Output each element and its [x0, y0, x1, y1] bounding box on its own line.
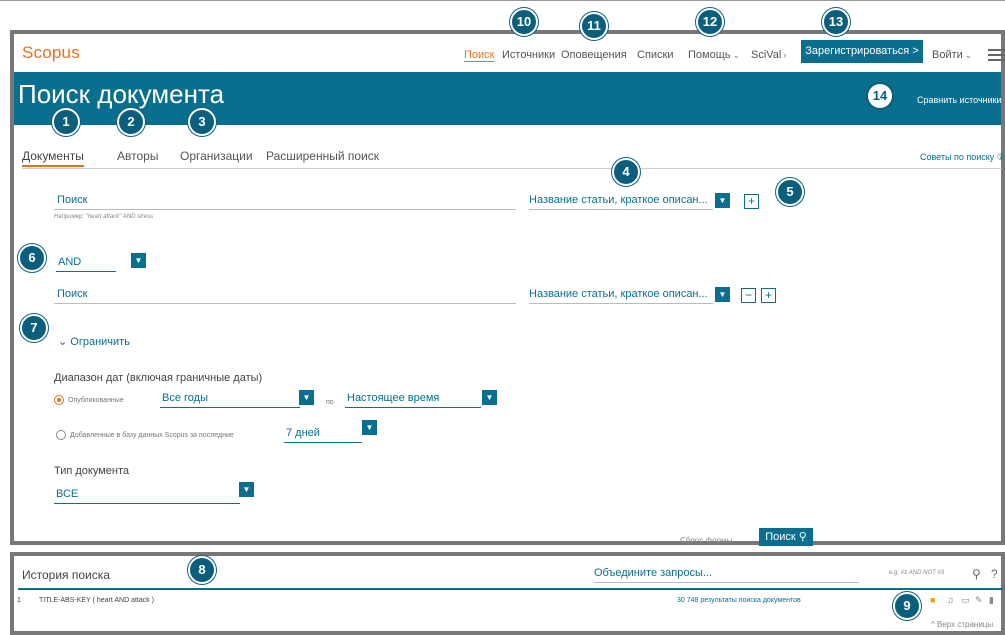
back-to-top-link[interactable]: ^ Верх страницы: [931, 620, 993, 629]
callout-marker: 9: [893, 592, 921, 620]
edit-icon[interactable]: ✎: [975, 595, 983, 606]
chevron-down-icon[interactable]: ▼: [239, 482, 254, 497]
callout-marker: 11: [580, 12, 608, 40]
tab-authors[interactable]: Авторы: [117, 149, 158, 163]
callout-marker: 10: [510, 8, 538, 36]
save-icon[interactable]: ▭: [961, 595, 970, 606]
callout-marker: 4: [612, 158, 640, 186]
added-radio[interactable]: [56, 430, 66, 440]
chevron-down-icon[interactable]: ▼: [362, 420, 377, 435]
search-tabs: Документы Авторы Организации Расширенный…: [22, 147, 1005, 169]
chevron-down-icon: ⌄: [732, 50, 741, 60]
help-icon[interactable]: ?: [991, 567, 998, 581]
callout-marker: 14: [866, 82, 894, 110]
added-days-select[interactable]: 7 дней: [284, 426, 362, 443]
callout-marker: 12: [696, 8, 724, 36]
callout-marker: 7: [20, 314, 48, 342]
search-button[interactable]: Поиск ⚲: [759, 528, 813, 546]
scopus-logo[interactable]: Scopus: [22, 43, 80, 63]
search-history-panel: История поиска Объедините запросы... e.g…: [10, 552, 1005, 635]
chevron-down-icon[interactable]: ▼: [715, 193, 730, 208]
published-radio[interactable]: [54, 395, 64, 405]
callout-marker: 8: [188, 556, 216, 584]
limit-toggle[interactable]: ⌄ Ограничить: [58, 335, 130, 348]
callout-marker: 5: [776, 178, 804, 206]
nav-alerts[interactable]: Оповещения: [561, 49, 627, 61]
search-tips-link[interactable]: Советы по поиску ⑦: [920, 152, 1005, 163]
added-label: Добавленные в базу данных Scopus за посл…: [70, 432, 234, 439]
nav-lists[interactable]: Списки: [637, 49, 674, 61]
callout-marker: 6: [18, 244, 46, 272]
callout-marker: 3: [188, 108, 216, 136]
history-results-link[interactable]: 30 748 результаты поиска документов: [677, 597, 801, 604]
add-field-button[interactable]: +: [761, 288, 776, 303]
history-divider: [18, 588, 1003, 590]
year-from-select[interactable]: Все годы: [160, 391, 300, 408]
field-select-2[interactable]: Название статьи, краткое описан...: [529, 286, 713, 304]
nav-scival[interactable]: SciVal ›: [751, 49, 786, 61]
bell-icon[interactable]: ♫: [947, 595, 954, 605]
register-button[interactable]: Зарегистрироваться >: [801, 40, 923, 63]
field-select-1[interactable]: Название статьи, краткое описан...: [529, 192, 713, 210]
menu-icon[interactable]: [988, 49, 1005, 61]
date-range-label: Диапазон дат (включая граничные даты): [54, 372, 263, 384]
remove-field-button[interactable]: −: [741, 288, 756, 303]
tab-advanced[interactable]: Расширенный поиск: [266, 149, 379, 163]
tab-documents[interactable]: Документы: [22, 149, 84, 167]
nav-sources[interactable]: Источники: [502, 49, 555, 61]
doctype-select[interactable]: ВСЕ: [54, 487, 240, 504]
callout-marker: 1: [52, 108, 80, 136]
login-menu[interactable]: Войти ⌄: [932, 49, 972, 61]
nav-search[interactable]: Поиск: [464, 49, 495, 62]
published-label: Опубликованные: [68, 397, 124, 404]
limit-label: Ограничить: [70, 336, 130, 348]
nav-help-label: Помощь: [688, 49, 731, 61]
login-label: Войти: [932, 49, 963, 61]
year-to-select[interactable]: Настоящее время: [345, 391, 481, 408]
search-example-hint: Например: "heart attack" AND stress: [54, 214, 154, 220]
external-arrow-icon: ›: [783, 50, 787, 60]
chevron-down-icon[interactable]: ▼: [482, 390, 497, 405]
page-title: Поиск документа: [18, 79, 225, 109]
window-edge: [0, 0, 1005, 6]
search-button-label: Поиск: [765, 531, 796, 543]
alert-icon[interactable]: ■: [930, 595, 935, 605]
search-icon: ⚲: [798, 531, 807, 543]
history-title: История поиска: [22, 568, 110, 582]
callout-marker: 2: [117, 108, 145, 136]
table-row[interactable]: 1 TITLE-ABS-KEY ( heart AND attack ) 30 …: [14, 592, 1004, 610]
callout-marker: 13: [822, 8, 850, 36]
chevron-down-icon[interactable]: ▼: [131, 253, 146, 268]
add-field-button[interactable]: +: [744, 194, 759, 209]
tab-affiliations[interactable]: Организации: [180, 149, 253, 163]
chevron-down-icon[interactable]: ▼: [715, 287, 730, 302]
search-icon[interactable]: ⚲: [972, 567, 981, 581]
top-navigation: Scopus Поиск Источники Оповещения Списки…: [14, 34, 1005, 72]
compare-sources-link[interactable]: Сравнить источники: [917, 95, 1002, 105]
chevron-down-icon[interactable]: ▼: [299, 390, 314, 405]
to-label: по: [326, 399, 334, 406]
doctype-label: Тип документа: [54, 465, 130, 477]
search-input-2[interactable]: Поиск: [54, 286, 516, 304]
nav-help[interactable]: Помощь ⌄: [688, 49, 740, 61]
chevron-down-icon: ⌄: [964, 50, 973, 60]
boolean-operator-select[interactable]: AND: [56, 254, 116, 272]
history-query[interactable]: TITLE-ABS-KEY ( heart AND attack ): [39, 597, 154, 604]
combine-example-hint: e.g. #1 AND NOT #3: [889, 570, 945, 576]
delete-icon[interactable]: ▮: [989, 595, 994, 606]
history-row-number: 1: [17, 597, 21, 604]
search-page: Scopus Поиск Источники Оповещения Списки…: [10, 30, 1005, 546]
reset-form-link[interactable]: Сброс формы: [680, 536, 732, 545]
page-banner: Поиск документа Сравнить источники: [14, 72, 1002, 125]
search-input-1[interactable]: Поиск: [54, 192, 516, 210]
nav-scival-label: SciVal: [751, 49, 782, 61]
combine-queries-input[interactable]: Объедините запросы...: [594, 565, 859, 583]
